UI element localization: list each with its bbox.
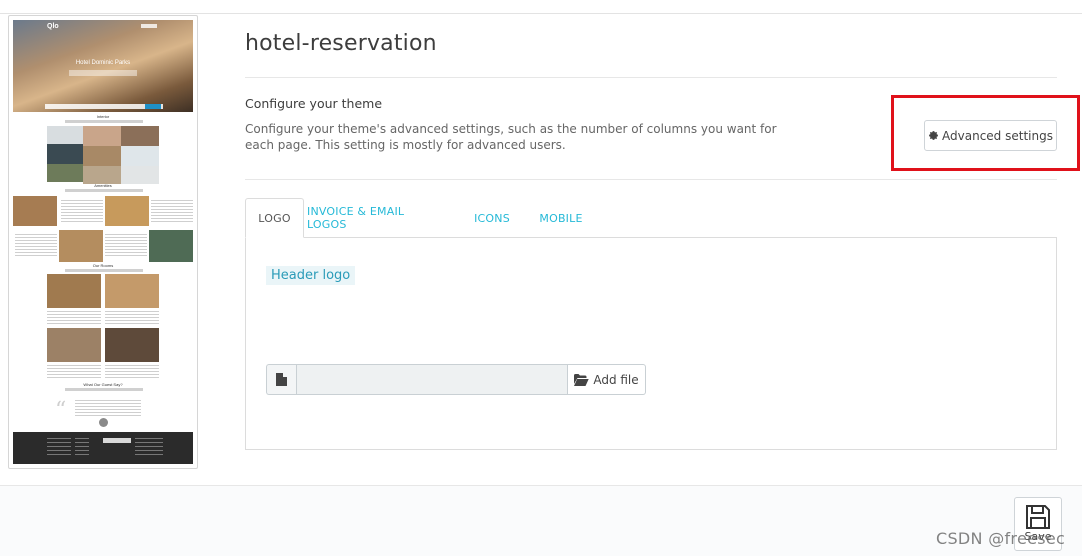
tab-icons[interactable]: ICONS xyxy=(463,198,521,238)
theme-preview-frame: Qlo Hotel Dominic Parks Interior Ameniti… xyxy=(8,15,198,469)
preview-text-block xyxy=(75,400,141,416)
page-title: hotel-reservation xyxy=(245,31,437,56)
preview-text-block xyxy=(47,365,101,379)
preview-text-block xyxy=(105,311,159,325)
preview-footer-column xyxy=(47,438,71,458)
preview-text-block xyxy=(105,365,159,379)
preview-photo xyxy=(13,196,57,226)
tab-invoice-email-logos[interactable]: INVOICE & EMAIL LOGOS xyxy=(307,198,443,238)
title-divider xyxy=(245,77,1057,78)
preview-photo xyxy=(121,146,159,166)
preview-photo xyxy=(105,328,159,362)
preview-text-block xyxy=(47,311,101,325)
preview-text-block xyxy=(15,234,57,256)
watermark-text: CSDN @freesec xyxy=(936,529,1066,548)
preview-logo: Qlo xyxy=(47,23,59,30)
preview-photo xyxy=(47,274,101,308)
preview-footer-column xyxy=(75,438,89,458)
file-icon-addon xyxy=(266,364,296,395)
preview-photo xyxy=(105,196,149,226)
preview-avatar xyxy=(99,418,108,427)
theme-preview-image: Qlo Hotel Dominic Parks Interior Ameniti… xyxy=(13,20,193,464)
preview-quote-mark: “ xyxy=(55,398,67,423)
preview-photo xyxy=(83,146,121,166)
preview-hero-subtitle xyxy=(69,70,137,76)
preview-photo xyxy=(47,328,101,362)
preview-footer xyxy=(13,432,193,464)
logo-tab-panel xyxy=(245,237,1057,450)
preview-section-text xyxy=(65,189,143,192)
preview-text-block xyxy=(151,200,193,222)
header-logo-label: Header logo xyxy=(266,266,356,285)
preview-photo xyxy=(121,166,159,184)
add-file-label: Add file xyxy=(593,372,639,387)
preview-text-block xyxy=(61,200,103,222)
preview-section-title: What Our Guest Say? xyxy=(83,382,123,387)
preview-footer-column xyxy=(135,438,163,458)
tab-mobile[interactable]: MOBILE xyxy=(531,198,591,238)
preview-search-button xyxy=(145,104,161,109)
highlight-box xyxy=(891,95,1080,171)
preview-payment-icons xyxy=(103,438,131,443)
form-footer xyxy=(0,485,1082,556)
preview-photo xyxy=(83,166,121,184)
configure-description: Configure your theme's advanced settings… xyxy=(245,122,777,152)
preview-photo xyxy=(83,126,121,146)
preview-photo xyxy=(59,230,103,262)
file-icon xyxy=(276,373,287,386)
configure-heading: Configure your theme xyxy=(245,96,383,111)
tab-logo[interactable]: LOGO xyxy=(245,198,304,238)
top-divider xyxy=(0,13,1082,14)
add-file-button[interactable]: Add file xyxy=(568,364,646,395)
preview-section-title: Our Rooms xyxy=(92,263,114,268)
preview-section-text xyxy=(65,388,143,391)
preview-hero-title: Hotel Dominic Parks xyxy=(75,60,131,66)
preview-photo xyxy=(149,230,193,262)
preview-photo xyxy=(121,126,159,146)
preview-hero: Qlo Hotel Dominic Parks xyxy=(13,20,193,112)
configure-divider xyxy=(245,179,1057,180)
file-name-input[interactable] xyxy=(296,364,568,395)
preview-section-title: Interior xyxy=(96,114,110,119)
preview-nav xyxy=(141,24,157,28)
preview-photo xyxy=(47,164,83,182)
preview-section-title: Amenities xyxy=(94,183,112,188)
folder-open-icon xyxy=(574,373,590,386)
preview-section-text xyxy=(65,269,143,272)
preview-section-text xyxy=(65,120,143,123)
preview-text-block xyxy=(105,234,147,256)
file-upload-group: Add file xyxy=(266,364,646,395)
preview-photo xyxy=(105,274,159,308)
preview-photo xyxy=(47,144,83,164)
save-icon xyxy=(1026,505,1050,529)
